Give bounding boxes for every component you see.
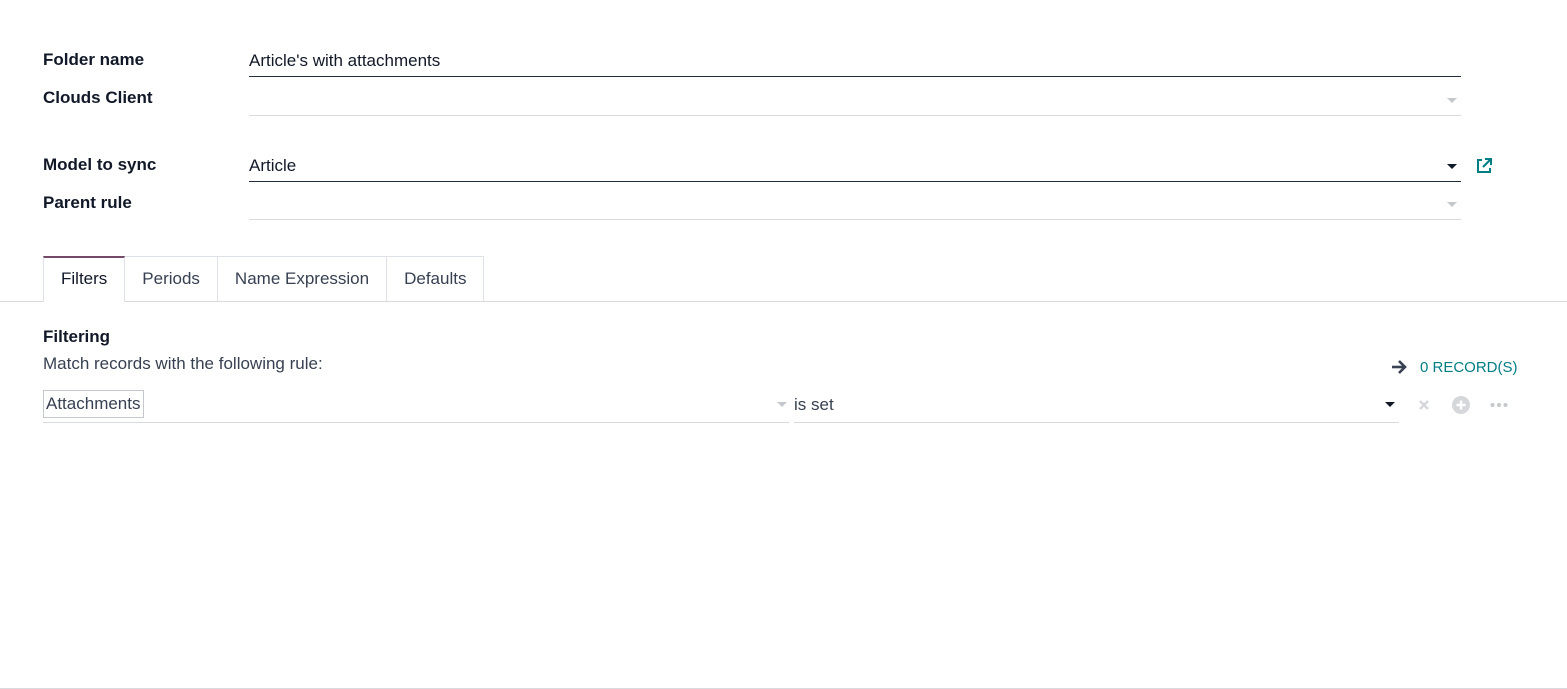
rule-actions bbox=[1414, 395, 1509, 415]
clouds-client-select[interactable] bbox=[249, 86, 1461, 116]
form-view: Folder name Article's with attachments C… bbox=[0, 0, 1567, 689]
chevron-down-icon[interactable] bbox=[777, 402, 787, 407]
rule-operator-value: is set bbox=[794, 395, 834, 414]
tab-periods[interactable]: Periods bbox=[124, 256, 218, 301]
model-to-sync-select[interactable]: Article bbox=[249, 152, 1461, 182]
records-count: 0 RECORD(S) bbox=[1420, 358, 1518, 376]
rule-operator-select[interactable]: is set bbox=[794, 389, 1399, 423]
parent-rule-label: Parent rule bbox=[43, 193, 132, 212]
folder-name-input[interactable]: Article's with attachments bbox=[249, 47, 1461, 77]
ellipsis-icon[interactable] bbox=[1489, 395, 1509, 415]
chevron-down-icon[interactable] bbox=[1385, 402, 1395, 407]
records-link[interactable]: 0 RECORD(S) bbox=[1390, 358, 1518, 376]
filtering-description: Match records with the following rule: bbox=[43, 354, 323, 373]
rule-field-value[interactable]: Attachments bbox=[43, 390, 144, 418]
folder-name-value: Article's with attachments bbox=[249, 51, 441, 70]
chevron-down-icon[interactable] bbox=[1447, 98, 1457, 103]
arrow-right-icon bbox=[1392, 360, 1407, 374]
parent-rule-select[interactable] bbox=[249, 190, 1461, 220]
rule-field-select[interactable]: Attachments bbox=[43, 389, 789, 423]
external-link-icon[interactable] bbox=[1474, 156, 1494, 176]
chevron-down-icon[interactable] bbox=[1447, 202, 1457, 207]
clouds-client-label: Clouds Client bbox=[43, 88, 153, 107]
tab-name-expression[interactable]: Name Expression bbox=[216, 256, 388, 301]
tab-filters[interactable]: Filters bbox=[43, 256, 126, 302]
notebook-tabs: Filters Periods Name Expression Defaults bbox=[43, 256, 485, 302]
tab-defaults[interactable]: Defaults bbox=[386, 256, 485, 301]
model-to-sync-label: Model to sync bbox=[43, 155, 157, 174]
plus-circle-icon[interactable] bbox=[1451, 395, 1471, 415]
folder-name-label: Folder name bbox=[43, 50, 145, 69]
close-icon[interactable] bbox=[1414, 395, 1434, 415]
model-to-sync-value: Article bbox=[249, 156, 297, 175]
chevron-down-icon[interactable] bbox=[1447, 164, 1457, 169]
filtering-title: Filtering bbox=[43, 327, 111, 346]
